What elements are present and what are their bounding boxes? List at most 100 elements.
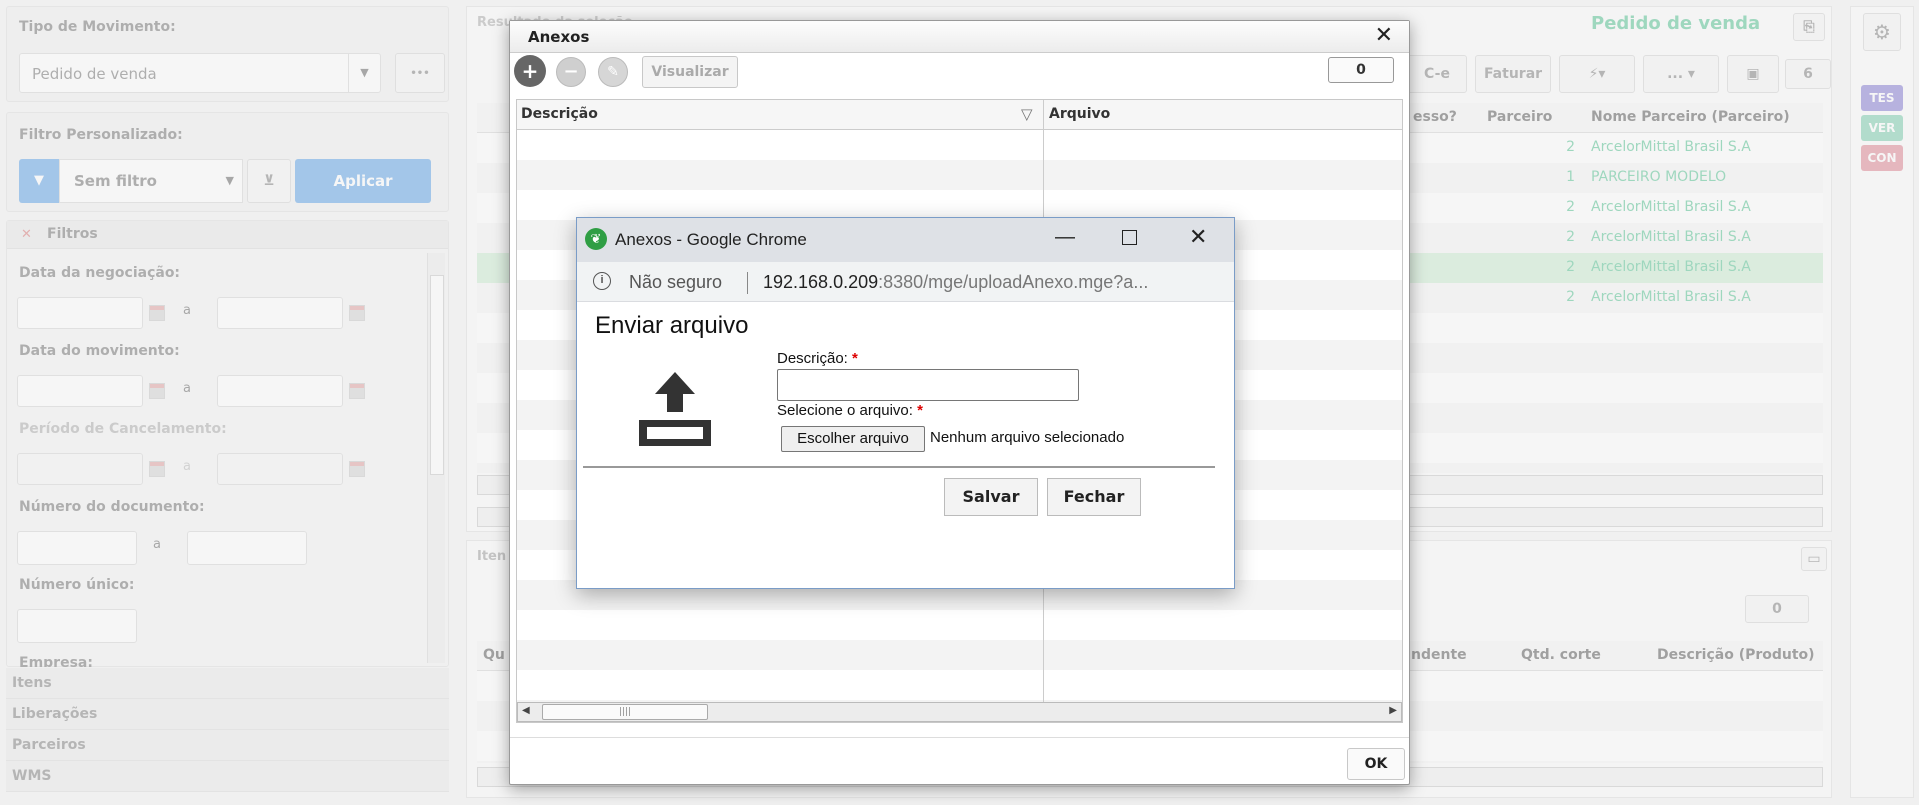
accordion-wms[interactable]: WMS (6, 761, 449, 792)
anexos-grid-header: Descrição ▽ Arquivo (517, 100, 1402, 130)
required-marker: * (852, 350, 858, 367)
right-sidebar: ⚙ TES VER CON (1850, 6, 1914, 798)
filtros-scrollbar[interactable] (427, 253, 445, 663)
chevron-down-icon[interactable]: ▼ (348, 54, 380, 92)
calendar-icon[interactable] (149, 305, 165, 321)
calendar-icon[interactable] (349, 383, 365, 399)
side-tag[interactable]: TES (1861, 85, 1903, 111)
enviar-arquivo-heading: Enviar arquivo (595, 312, 749, 339)
edit-icon[interactable]: ✎ (598, 57, 628, 87)
clear-filter-icon[interactable]: ⊻ (247, 159, 291, 203)
anexos-count: 0 (1328, 57, 1394, 83)
filtro-select[interactable]: Sem filtro ▼ (59, 159, 243, 203)
security-status: Não seguro (629, 272, 723, 292)
close-icon[interactable]: ✕ (1375, 23, 1393, 48)
minimize-icon[interactable]: — (1055, 226, 1075, 249)
divider (583, 466, 1215, 468)
periodo-from (17, 453, 143, 485)
range-sep: a (183, 381, 191, 396)
bolt-icon[interactable]: ⚡▾ (1559, 55, 1635, 93)
divider (747, 272, 748, 294)
numero-documento-from[interactable] (17, 531, 137, 565)
calendar-icon[interactable] (349, 305, 365, 321)
cte-button[interactable]: C-e (1407, 55, 1467, 93)
more-label: ... (1667, 66, 1684, 82)
filtros-header[interactable]: ✕ Filtros (7, 221, 448, 249)
visualizar-button[interactable]: Visualizar (642, 56, 738, 88)
filter-remove-icon: ✕ (21, 227, 32, 242)
salvar-button[interactable]: Salvar (944, 478, 1038, 516)
cell-parceiro: 2 (1566, 229, 1575, 245)
range-sep: a (183, 303, 191, 318)
data-movimento-to[interactable] (217, 375, 343, 407)
side-tag[interactable]: VER (1861, 115, 1903, 141)
tipo-movimento-label: Tipo de Movimento: (19, 19, 176, 35)
more-button[interactable]: ... ▾ (1643, 55, 1719, 93)
filter-icon[interactable]: ▼ (19, 159, 59, 203)
numero-unico-label: Número único: (19, 577, 135, 593)
data-negociacao-to[interactable] (217, 297, 343, 329)
chrome-addressbar[interactable]: i Não seguro 192.168.0.209:8380/mge/uplo… (577, 262, 1234, 302)
filtro-value: Sem filtro (74, 172, 157, 190)
col-descricao[interactable]: Descrição (521, 106, 598, 122)
chrome-titlebar: ❦ Anexos - Google Chrome — ✕ (577, 218, 1234, 262)
side-tag[interactable]: CON (1861, 145, 1903, 171)
accordion-liberacoes[interactable]: Liberações (6, 699, 449, 730)
scroll-thumb[interactable]: |||| (542, 704, 708, 720)
tipo-movimento-select[interactable]: Pedido de venda ▼ (19, 53, 381, 93)
upload-icon (639, 372, 711, 446)
accordion-parceiros[interactable]: Parceiros (6, 730, 449, 761)
close-icon[interactable]: ✕ (1189, 224, 1207, 250)
no-file-text: Nenhum arquivo selecionado (930, 429, 1125, 446)
remove-icon[interactable]: − (556, 57, 586, 87)
required-marker: * (917, 402, 923, 419)
accordion-itens[interactable]: Itens (6, 668, 449, 699)
maximize-icon[interactable] (1122, 230, 1137, 245)
data-negociacao-from[interactable] (17, 297, 143, 329)
tipo-more-button[interactable]: ••• (395, 53, 445, 93)
url-text[interactable]: 192.168.0.209:8380/mge/uploadAnexo.mge?a… (763, 272, 1148, 293)
calendar-icon[interactable] (149, 383, 165, 399)
aplicar-button[interactable]: Aplicar (295, 159, 431, 203)
filter-icon[interactable]: ▽ (1021, 105, 1033, 123)
add-icon[interactable]: + (514, 55, 546, 87)
col-arquivo[interactable]: Arquivo (1049, 106, 1110, 122)
maximize-icon[interactable]: ▭ (1801, 547, 1827, 571)
url-host: 192.168.0.209 (763, 272, 879, 292)
cell-nome-parceiro: PARCEIRO MODELO (1591, 169, 1727, 185)
cell-parceiro: 2 (1566, 139, 1575, 155)
left-accordion: Itens Liberações Parceiros WMS (6, 668, 449, 792)
col-parceiro[interactable]: Parceiro (1487, 109, 1552, 125)
link-icon[interactable]: ⎘ (1793, 13, 1825, 41)
fechar-button[interactable]: Fechar (1047, 478, 1141, 516)
faturar-button[interactable]: Faturar (1475, 55, 1551, 93)
tipo-movimento-value: Pedido de venda (32, 65, 157, 83)
count-badge: 6 (1785, 59, 1831, 89)
gear-icon[interactable]: ⚙ (1863, 13, 1901, 51)
col-qtd-corte: Qtd. corte (1521, 647, 1601, 663)
anexos-hscroll[interactable]: ◀ |||| ▶ (517, 702, 1402, 722)
numero-unico-field[interactable] (17, 609, 137, 643)
scroll-thumb[interactable] (430, 275, 444, 475)
ok-button[interactable]: OK (1347, 748, 1405, 780)
choose-file-button[interactable]: Escolher arquivo (781, 426, 925, 452)
descricao-input[interactable] (777, 369, 1079, 401)
items-count: 0 (1745, 595, 1809, 623)
save-icon[interactable]: ▣ (1727, 55, 1779, 93)
cell-parceiro: 2 (1566, 259, 1575, 275)
chevron-down-icon[interactable]: ▼ (226, 174, 234, 187)
data-movimento-from[interactable] (17, 375, 143, 407)
calendar-icon (349, 461, 365, 477)
arrow-left-icon[interactable]: ◀ (522, 705, 530, 716)
arrow-right-icon[interactable]: ▶ (1389, 705, 1397, 716)
url-path: :8380/mge/uploadAnexo.mge?a... (878, 272, 1149, 292)
numero-documento-to[interactable] (187, 531, 307, 565)
cell-nome-parceiro: ArcelorMittal Brasil S.A (1591, 199, 1751, 215)
info-icon[interactable]: i (593, 272, 611, 290)
anexos-titlebar: Anexos ✕ (510, 21, 1409, 53)
col-nome-parceiro[interactable]: Nome Parceiro (Parceiro) (1591, 109, 1790, 125)
chrome-popup: ❦ Anexos - Google Chrome — ✕ i Não segur… (576, 217, 1235, 589)
app-logo-icon: ❦ (585, 228, 607, 250)
filtro-label: Filtro Personalizado: (19, 127, 183, 143)
col-descricao-produto: Descrição (Produto) (1657, 647, 1815, 663)
